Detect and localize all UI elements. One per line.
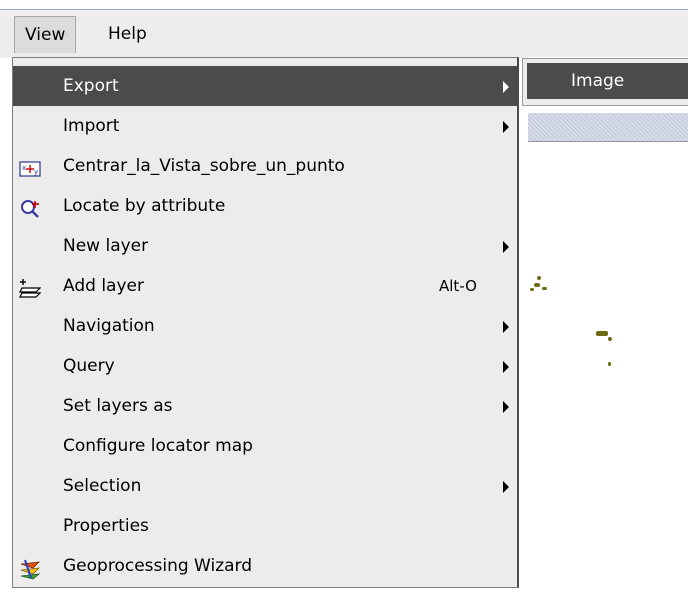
menu-item-navigation[interactable]: Navigation <box>13 306 517 346</box>
map-feature <box>534 283 540 287</box>
map-feature <box>537 276 541 280</box>
map-feature <box>608 362 611 366</box>
map-feature <box>608 337 612 341</box>
view-menu: Export Import x y Centrar_la_Vista_sobre… <box>12 57 519 588</box>
menu-item-export[interactable]: Export <box>13 66 517 106</box>
menubar-view[interactable]: View <box>14 16 77 53</box>
menu-item-label: Geoprocessing Wizard <box>63 556 253 576</box>
submenu-arrow-icon <box>503 481 509 493</box>
submenu-arrow-icon <box>503 321 509 333</box>
locate-attribute-icon <box>19 195 41 218</box>
menubar-help[interactable]: Help <box>98 16 157 52</box>
menu-item-query[interactable]: Query <box>13 346 517 386</box>
submenu-arrow-icon <box>503 241 509 253</box>
menu-item-label: Export <box>63 76 119 96</box>
menu-item-geoprocessing-wizard[interactable]: Geoprocessing Wizard <box>13 546 517 586</box>
menu-item-label: Add layer <box>63 276 144 296</box>
submenu-item-image[interactable]: Image <box>527 63 688 99</box>
menu-item-label: Locate by attribute <box>63 196 226 216</box>
submenu-item-label: Image <box>571 71 625 91</box>
menu-item-add-layer[interactable]: Add layer Alt-O <box>13 266 517 306</box>
menu-item-selection[interactable]: Selection <box>13 466 517 506</box>
menu-item-center-view[interactable]: x y Centrar_la_Vista_sobre_un_punto <box>13 146 517 186</box>
map-locator-strip <box>528 113 688 142</box>
menu-item-label: Navigation <box>63 316 155 336</box>
menu-item-label: Centrar_la_Vista_sobre_un_punto <box>63 156 345 176</box>
menu-item-new-layer[interactable]: New layer <box>13 226 517 266</box>
map-feature <box>596 331 608 336</box>
submenu-arrow-icon <box>503 401 509 413</box>
svg-text:y: y <box>34 168 38 176</box>
submenu-arrow-icon <box>503 121 509 133</box>
map-feature <box>530 288 534 291</box>
menu-item-locate-by-attribute[interactable]: Locate by attribute <box>13 186 517 226</box>
export-submenu: Image <box>522 58 688 106</box>
menu-item-label: Properties <box>63 516 149 536</box>
menu-item-set-layers-as[interactable]: Set layers as <box>13 386 517 426</box>
svg-text:x: x <box>22 164 26 172</box>
geoprocessing-wizard-icon <box>19 555 41 580</box>
submenu-arrow-icon <box>503 361 509 373</box>
menu-item-label: New layer <box>63 236 149 256</box>
add-layer-icon <box>19 275 42 298</box>
menu-item-label: Set layers as <box>63 396 173 416</box>
center-view-icon: x y <box>19 155 41 177</box>
menu-item-label: Configure locator map <box>63 436 253 456</box>
map-feature <box>542 287 547 290</box>
submenu-arrow-icon <box>503 81 509 93</box>
map-view[interactable] <box>528 57 688 586</box>
menu-item-label: Import <box>63 116 120 136</box>
menu-item-properties[interactable]: Properties <box>13 506 517 546</box>
window-top-edge <box>0 0 688 6</box>
menu-item-label: Selection <box>63 476 142 496</box>
menu-item-label: Query <box>63 356 115 376</box>
menu-item-import[interactable]: Import <box>13 106 517 146</box>
menu-item-accelerator: Alt-O <box>439 277 477 295</box>
menubar: View Help <box>0 9 688 58</box>
menu-item-configure-locator-map[interactable]: Configure locator map <box>13 426 517 466</box>
